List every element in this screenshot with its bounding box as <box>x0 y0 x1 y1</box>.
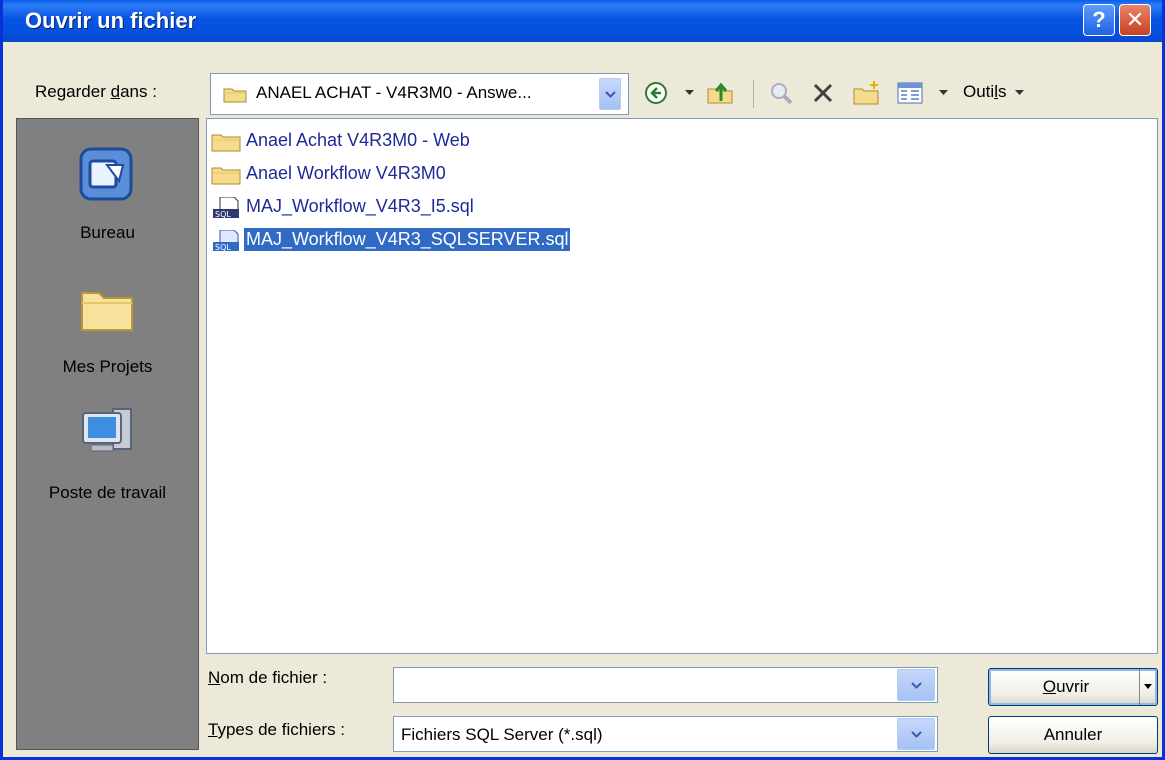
up-folder-icon <box>707 82 733 104</box>
chevron-down-icon <box>911 731 922 738</box>
lookin-dropdown-button[interactable] <box>599 78 621 110</box>
computer-icon <box>82 408 132 452</box>
lookin-combo[interactable]: ANAEL ACHAT - V4R3M0 - Answe... <box>210 73 629 115</box>
file-name: MAJ_Workflow_V4R3_SQLSERVER.sql <box>242 227 572 252</box>
new-folder-button[interactable] <box>851 78 883 108</box>
filetype-select[interactable]: Fichiers SQL Server (*.sql) <box>393 716 938 752</box>
file-list[interactable]: Anael Achat V4R3M0 - Web Anael Workflow … <box>206 118 1158 654</box>
views-button[interactable] <box>895 78 925 108</box>
folder-icon <box>211 134 241 152</box>
folder-icon <box>81 292 133 331</box>
caret-down-icon <box>1144 684 1152 689</box>
tools-menu[interactable]: Outils <box>963 82 1025 102</box>
filename-field[interactable] <box>393 667 938 703</box>
folder-icon <box>223 88 247 103</box>
close-button[interactable]: ✕ <box>1119 4 1151 36</box>
title-bar[interactable]: Ouvrir un fichier ? ✕ <box>3 0 1162 42</box>
chevron-down-icon <box>605 91 616 98</box>
filetype-value: Fichiers SQL Server (*.sql) <box>401 725 603 744</box>
delete-icon <box>813 83 833 103</box>
up-folder-button[interactable] <box>705 78 735 108</box>
place-my-computer[interactable]: Poste de travail <box>17 397 198 507</box>
back-icon <box>645 82 667 104</box>
window-title: Ouvrir un fichier <box>25 8 197 33</box>
svg-text:SQL: SQL <box>215 243 231 252</box>
toolbar-separator <box>753 80 754 108</box>
file-name: MAJ_Workflow_V4R3_I5.sql <box>246 196 474 216</box>
back-button[interactable] <box>643 78 669 108</box>
search-icon <box>771 83 793 105</box>
search-web-button[interactable] <box>766 78 796 108</box>
desktop-icon <box>79 147 133 201</box>
folder-icon <box>211 167 241 185</box>
filetype-dropdown-button[interactable] <box>897 718 935 750</box>
caret-down-icon <box>938 90 948 95</box>
cancel-button[interactable]: Annuler <box>988 716 1158 754</box>
chevron-down-icon <box>911 682 922 689</box>
sql-file-icon: SQL <box>213 230 239 252</box>
filetype-label: Types de fichiers : <box>208 720 346 739</box>
file-name: Anael Workflow V4R3M0 <box>246 163 446 183</box>
views-icon <box>897 82 923 104</box>
filename-label: Nom de fichier : <box>208 668 328 687</box>
place-label: Bureau <box>80 223 135 242</box>
views-dropdown[interactable] <box>937 78 949 108</box>
place-label: Poste de travail <box>48 483 167 502</box>
open-file-dialog: Ouvrir un fichier ? ✕ Regarder dans : AN… <box>0 0 1165 760</box>
caret-down-icon <box>1015 89 1025 95</box>
delete-button[interactable] <box>809 78 837 108</box>
new-folder-icon <box>853 81 879 105</box>
sql-file-icon: SQL <box>213 197 239 219</box>
file-name: Anael Achat V4R3M0 - Web <box>246 130 470 150</box>
lookin-value: ANAEL ACHAT - V4R3M0 - Answe... <box>256 83 532 102</box>
open-split-dropdown[interactable] <box>1139 669 1157 705</box>
open-button[interactable]: Ouvrir <box>988 668 1158 706</box>
lookin-label: Regarder dans : <box>35 82 157 101</box>
place-desktop[interactable]: Bureau <box>17 137 198 247</box>
filename-dropdown-button[interactable] <box>897 669 935 701</box>
places-bar: Bureau Mes Projets Poste de travail <box>16 118 199 750</box>
place-my-projects[interactable]: Mes Projets <box>17 271 198 381</box>
help-button[interactable]: ? <box>1083 4 1115 36</box>
back-dropdown[interactable] <box>683 78 695 108</box>
caret-down-icon <box>684 90 694 95</box>
svg-text:SQL: SQL <box>215 210 231 219</box>
place-label: Mes Projets <box>62 357 153 376</box>
